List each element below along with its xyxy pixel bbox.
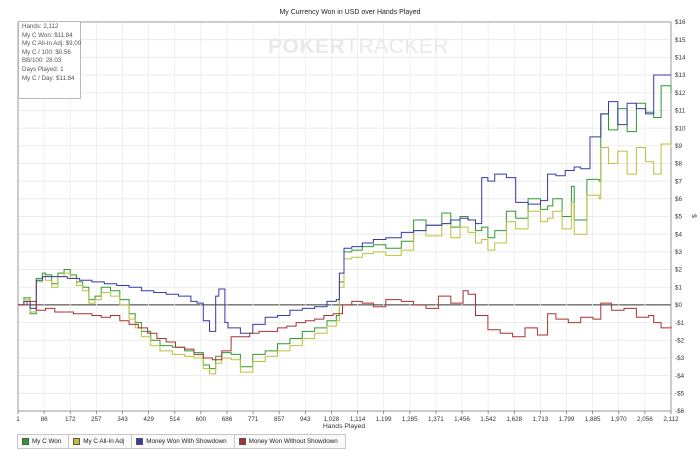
x-tick-label: 1,970 [611, 416, 627, 423]
x-tick-label: 857 [274, 416, 285, 423]
legend-label: Money Won Without Showdown [248, 438, 338, 445]
x-tick-label: 2,056 [637, 416, 653, 423]
y-tick-label: $4 [675, 231, 683, 238]
y-tick-label: $13 [675, 72, 686, 79]
legend-item-without-showdown[interactable]: Money Won Without Showdown [235, 435, 345, 448]
y-tick-label: $7 [675, 178, 683, 185]
y-tick-label: -$6 [675, 408, 685, 415]
x-tick-label: 1 [16, 416, 20, 423]
legend-item-my-c-won[interactable]: My C Won [18, 435, 70, 448]
x-tick-label: 1,628 [506, 416, 522, 423]
stat-allin-adj: My C All-In Adj: $9.00 [22, 40, 82, 48]
legend-item-with-showdown[interactable]: Money Won With Showdown [132, 435, 235, 448]
x-tick-label: 1,285 [402, 416, 418, 423]
legend-swatch [73, 438, 81, 445]
y-tick-label: -$4 [675, 373, 685, 380]
x-tick-label: 1,542 [480, 416, 496, 423]
series-line-money-won-without-showdown [18, 290, 672, 361]
y-tick-label: -$5 [675, 391, 685, 398]
x-tick-label: 257 [91, 416, 102, 423]
legend-label: Money Won With Showdown [146, 438, 227, 445]
y-tick-label: $6 [675, 196, 683, 203]
pokertracker-logo: POKERTRACKER [268, 35, 449, 59]
logo-bold-text: POKER [268, 35, 346, 58]
x-tick-label: 514 [169, 416, 180, 423]
y-tick-label: $9 [675, 143, 683, 150]
x-tick-label: 343 [117, 416, 128, 423]
x-tick-label: 1,114 [350, 416, 366, 423]
x-tick-label: 1,885 [585, 416, 601, 423]
legend-swatch [238, 438, 246, 445]
x-tick-label: 172 [65, 416, 76, 423]
stat-hands: Hands: 2,112 [22, 23, 59, 30]
x-tick-label: 429 [143, 416, 154, 423]
legend-label: My C Won [32, 438, 62, 445]
x-tick-label: 1,456 [454, 416, 470, 423]
stat-bb-100: BB/100: 28.03 [22, 57, 62, 65]
y-tick-label: $10 [675, 125, 686, 132]
stat-per-day: My C / Day: $11.84 [22, 74, 75, 82]
y-tick-label: $3 [675, 249, 683, 256]
series-lines [18, 74, 672, 375]
y-tick-label: $5 [675, 214, 683, 221]
x-tick-label: 771 [248, 416, 259, 423]
stats-box: Hands: 2,112 My C Won: $11.84 My C All-I… [18, 21, 81, 99]
y-tick-label: -$2 [675, 337, 685, 344]
x-tick-label: 1,199 [376, 416, 392, 423]
y-tick-label: $15 [675, 37, 686, 44]
x-tick-label: 2,112 [663, 416, 679, 423]
y-tick-label: $14 [675, 55, 686, 62]
chart: My Currency Won in USD over Hands Played… [16, 9, 697, 430]
y-axis-label: $ [690, 214, 697, 218]
y-tick-label: $1 [675, 284, 683, 291]
x-tick-label: 1,028 [324, 416, 340, 423]
legend-swatch [22, 438, 29, 445]
legend-swatch [136, 438, 144, 445]
legend-label: My C All-In Adj [83, 438, 125, 445]
y-tick-label: $16 [675, 19, 686, 26]
x-tick-label: 686 [222, 416, 233, 423]
x-tick-label: 943 [300, 416, 311, 423]
x-tick-label: 86 [41, 416, 49, 423]
chart-title: My Currency Won in USD over Hands Played [279, 9, 420, 16]
y-tick-label: $0 [675, 302, 683, 309]
x-tick-label: 1,713 [533, 416, 549, 423]
logo-light-text: TRACKER [345, 35, 450, 58]
stat-won: My C Won: $11.84 [22, 31, 73, 39]
x-tick-label: 1,799 [559, 416, 575, 423]
stat-per-100: My C / 100: $0.56 [22, 48, 71, 56]
series-line-money-won-with-showdown [18, 74, 671, 334]
x-tick-label: 1,371 [428, 416, 444, 423]
x-tick-label: 600 [196, 416, 207, 423]
y-tick-label: $8 [675, 161, 683, 168]
y-tick-label: -$3 [675, 355, 685, 362]
x-axis-label: Hands Played [323, 423, 366, 430]
grid [18, 21, 671, 412]
stat-days-played: Days Played: 1 [22, 65, 64, 73]
x-axis-ticks: 1 86 172 257 343 429 514 600 686 771 857 943 1,028 1,… [16, 411, 679, 423]
y-tick-label: -$1 [675, 320, 685, 327]
y-tick-label: $12 [675, 90, 686, 97]
y-tick-label: $2 [675, 267, 683, 274]
y-tick-label: $11 [675, 108, 686, 115]
legend-item-all-in-adj[interactable]: My C All-In Adj [69, 435, 133, 448]
legend: My C Won My C All-In Adj Money Won With … [17, 434, 346, 449]
y-axis-ticks: $16 $15 $14 $13 $12 $11 $10 $9 $8 $7 $6 $5 $4 $3 $2 $1 $… [675, 19, 686, 415]
